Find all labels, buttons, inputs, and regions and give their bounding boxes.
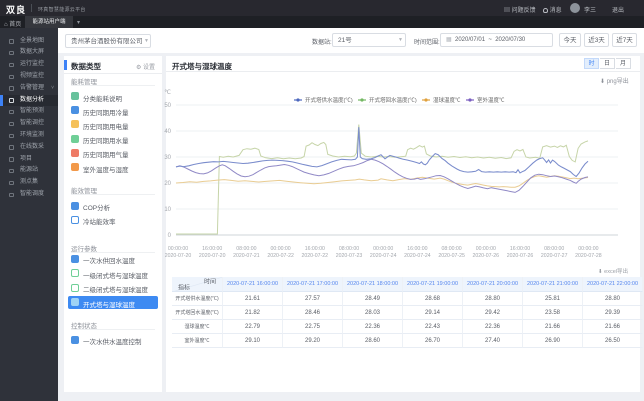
svg-text:时间: 时间 bbox=[204, 278, 216, 286]
svg-text:指标: 指标 bbox=[178, 284, 190, 292]
